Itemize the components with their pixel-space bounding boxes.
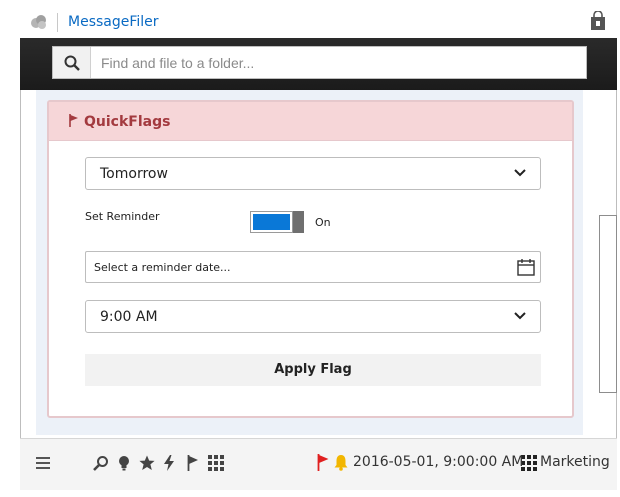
chevron-down-icon bbox=[514, 169, 526, 177]
footer-toolbar bbox=[20, 438, 617, 490]
flag-icon[interactable] bbox=[187, 455, 199, 471]
bell-icon bbox=[334, 455, 348, 471]
toggle-track bbox=[250, 211, 293, 233]
bulb-icon[interactable] bbox=[118, 455, 130, 471]
search-button[interactable] bbox=[53, 47, 91, 78]
app-title: MessageFiler bbox=[68, 14, 159, 30]
apply-flag-button[interactable]: Apply Flag bbox=[85, 354, 541, 386]
chevron-down-icon bbox=[514, 312, 526, 320]
due-date-select[interactable]: Tomorrow bbox=[85, 157, 541, 190]
time-select[interactable]: 9:00 AM bbox=[85, 300, 541, 333]
quickflags-header[interactable]: QuickFlags bbox=[49, 102, 572, 141]
app-logo-icon bbox=[31, 15, 46, 29]
reminder-date-input[interactable] bbox=[94, 252, 504, 282]
folder-name[interactable]: Marketing bbox=[540, 454, 610, 470]
folder-grid-icon bbox=[521, 455, 537, 471]
search-icon[interactable] bbox=[93, 455, 109, 471]
reminder-toggle[interactable] bbox=[250, 211, 305, 233]
apply-flag-label: Apply Flag bbox=[274, 362, 352, 377]
toggle-fill bbox=[253, 214, 290, 230]
app-header: MessageFiler bbox=[0, 0, 620, 40]
quickflags-title: QuickFlags bbox=[84, 114, 171, 130]
flag-status-text: 2016-05-01, 9:00:00 AM bbox=[353, 454, 524, 470]
grid-icon[interactable] bbox=[208, 455, 224, 471]
menu-icon[interactable] bbox=[36, 457, 50, 469]
due-date-value: Tomorrow bbox=[100, 166, 168, 182]
reminder-state-label: On bbox=[315, 216, 331, 229]
vertical-scrollbar[interactable] bbox=[599, 215, 617, 393]
store-bag-icon[interactable] bbox=[590, 11, 606, 31]
search-input[interactable] bbox=[93, 47, 585, 78]
calendar-icon[interactable] bbox=[517, 258, 535, 276]
star-icon[interactable] bbox=[139, 455, 155, 471]
search-icon bbox=[64, 55, 80, 71]
reminder-date-field[interactable] bbox=[85, 251, 541, 283]
flag-icon bbox=[69, 114, 78, 127]
search-box bbox=[52, 46, 587, 79]
set-reminder-label: Set Reminder bbox=[85, 210, 160, 223]
red-flag-icon bbox=[317, 454, 329, 471]
lightning-icon[interactable] bbox=[163, 455, 175, 471]
header-divider bbox=[57, 13, 58, 32]
time-value: 9:00 AM bbox=[100, 309, 158, 325]
toggle-knob bbox=[293, 211, 304, 233]
